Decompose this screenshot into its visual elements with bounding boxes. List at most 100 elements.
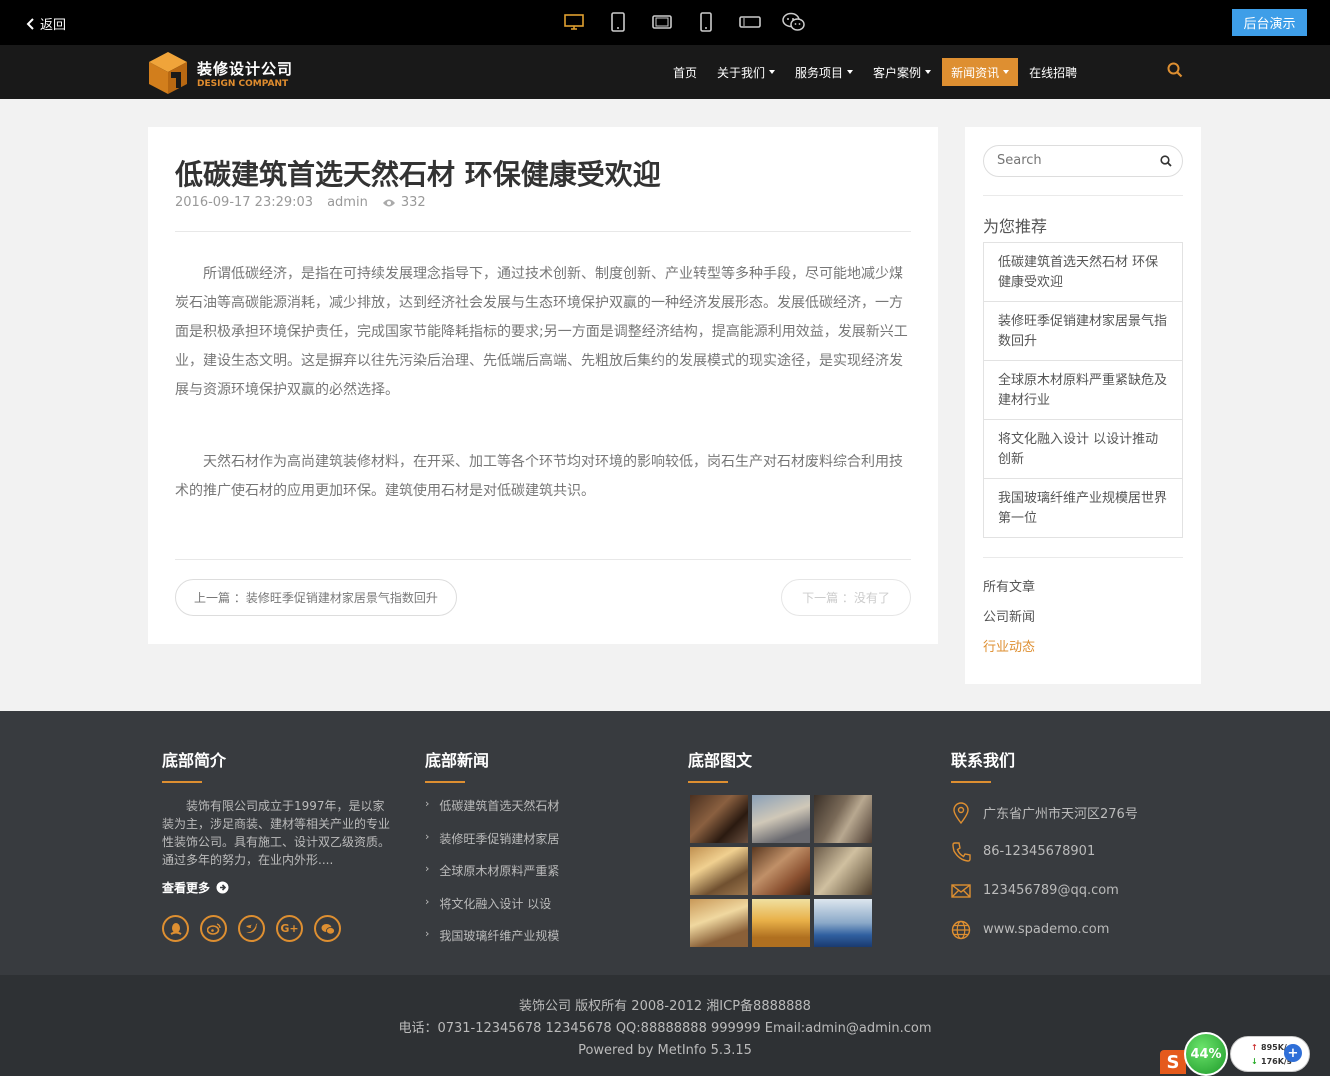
chevron-right-icon: › bbox=[425, 894, 430, 908]
article-author: admin bbox=[327, 195, 368, 210]
phone-landscape-icon[interactable] bbox=[738, 11, 762, 33]
gallery-thumbnail[interactable] bbox=[752, 899, 810, 947]
preview-toolbar: 返回 后台演示 bbox=[0, 0, 1330, 45]
desktop-icon[interactable] bbox=[562, 11, 586, 33]
article-date: 2016-09-17 23:29:03 bbox=[175, 195, 314, 210]
contact-phone: 86-12345678901 bbox=[951, 832, 1138, 871]
title-underline bbox=[688, 781, 728, 783]
footer-news-item[interactable]: › 全球原木材原料严重紧 bbox=[425, 862, 559, 895]
recommend-item[interactable]: 全球原木材原料严重紧缺危及建材行业 bbox=[984, 361, 1182, 420]
back-button[interactable]: 返回 bbox=[26, 14, 66, 33]
qq-icon[interactable] bbox=[162, 915, 189, 942]
read-more-link[interactable]: 查看更多 bbox=[162, 879, 229, 896]
nav-jobs[interactable]: 在线招聘 bbox=[1020, 58, 1086, 86]
main-nav: 首页 关于我们 服务项目 客户案例 新闻资讯 在线招聘 bbox=[664, 58, 1088, 86]
divider bbox=[983, 195, 1183, 196]
footer-news-item[interactable]: › 我国玻璃纤维产业规模 bbox=[425, 927, 559, 960]
footer-news-item[interactable]: › 装修旺季促销建材家居 bbox=[425, 830, 559, 863]
wechat-icon[interactable] bbox=[314, 915, 341, 942]
network-speed-widget[interactable]: S ↑ 895K/s ↓ 176K/s 44% + bbox=[1160, 1032, 1330, 1076]
nav-label: 客户案例 bbox=[873, 65, 922, 80]
tablet-icon[interactable] bbox=[606, 11, 630, 33]
chevron-right-icon: › bbox=[425, 862, 430, 875]
sidebar: 为您推荐 低碳建筑首选天然石材 环保健康受欢迎 装修旺季促销建材家居景气指数回升… bbox=[965, 127, 1201, 684]
title-underline bbox=[425, 781, 465, 783]
twitter-icon[interactable] bbox=[238, 915, 265, 942]
footer-news-label: 我国玻璃纤维产业规模 bbox=[439, 929, 560, 943]
gallery-thumbnail[interactable] bbox=[814, 795, 872, 843]
divider bbox=[983, 557, 1183, 558]
divider bbox=[175, 559, 911, 560]
logo[interactable]: 装修设计公司 DESIGN COMPANT bbox=[147, 50, 293, 96]
input-method-icon[interactable]: S bbox=[1160, 1050, 1186, 1074]
footer-news-item[interactable]: › 低碳建筑首选天然石材 bbox=[425, 797, 559, 830]
site-header: 装修设计公司 DESIGN COMPANT 首页 关于我们 服务项目 客户案例 … bbox=[0, 45, 1330, 99]
phone-icon bbox=[952, 841, 971, 862]
logo-title: 装修设计公司 bbox=[197, 59, 294, 78]
category-all[interactable]: 所有文章 bbox=[983, 576, 1035, 606]
chevron-right-icon: › bbox=[425, 927, 430, 940]
nav-news[interactable]: 新闻资讯 bbox=[942, 58, 1019, 86]
nav-label: 首页 bbox=[673, 65, 698, 80]
plus-icon[interactable]: + bbox=[1284, 1044, 1302, 1062]
nav-cases[interactable]: 客户案例 bbox=[864, 58, 940, 86]
copyright-bar: 装饰公司 版权所有 2008-2012 湘ICP备8888888 电话：0731… bbox=[0, 975, 1330, 1076]
google-plus-icon[interactable]: G+ bbox=[276, 915, 303, 942]
nav-services[interactable]: 服务项目 bbox=[786, 58, 862, 86]
nav-label: 新闻资讯 bbox=[951, 65, 1000, 80]
gallery-thumbnail[interactable] bbox=[814, 899, 872, 947]
memory-usage-badge[interactable]: 44% bbox=[1184, 1032, 1228, 1076]
recommend-item[interactable]: 将文化融入设计 以设计推动创新 bbox=[984, 420, 1182, 479]
back-label: 返回 bbox=[40, 18, 67, 33]
recommend-item[interactable]: 装修旺季促销建材家居景气指数回升 bbox=[984, 302, 1182, 361]
gallery-thumbnail[interactable] bbox=[690, 847, 748, 895]
admin-demo-button[interactable]: 后台演示 bbox=[1232, 9, 1307, 36]
gallery-thumbnail[interactable] bbox=[752, 795, 810, 843]
next-article-button[interactable]: 下一篇 ：没有了 bbox=[781, 579, 911, 616]
footer-news-label: 低碳建筑首选天然石材 bbox=[439, 799, 560, 813]
category-industry-news[interactable]: 行业动态 bbox=[983, 636, 1035, 666]
article-paragraph: 所谓低碳经济，是指在可持续发展理念指导下，通过技术创新、制度创新、产业转型等多种… bbox=[175, 266, 908, 398]
copyright-line: 装饰公司 版权所有 2008-2012 湘ICP备8888888 bbox=[519, 999, 811, 1014]
search-icon[interactable] bbox=[1160, 155, 1172, 167]
wechat-icon[interactable] bbox=[782, 11, 806, 33]
nav-about[interactable]: 关于我们 bbox=[708, 58, 784, 86]
footer-contact-title: 联系我们 bbox=[951, 751, 1016, 770]
search-icon[interactable] bbox=[1167, 62, 1183, 82]
gallery-thumbnail[interactable] bbox=[690, 899, 748, 947]
globe-icon bbox=[951, 920, 971, 939]
search-input[interactable] bbox=[997, 153, 1147, 168]
contact-list: 广东省广州市天河区276号 86-12345678901 123456789@q… bbox=[951, 793, 1138, 949]
mail-icon bbox=[951, 883, 971, 898]
category-company-news[interactable]: 公司新闻 bbox=[983, 606, 1035, 636]
contact-address: 广东省广州市天河区276号 bbox=[951, 793, 1138, 832]
phone-icon[interactable] bbox=[694, 11, 718, 33]
logo-subtitle: DESIGN COMPANT bbox=[197, 78, 289, 89]
nav-home[interactable]: 首页 bbox=[664, 58, 706, 86]
recommend-item[interactable]: 低碳建筑首选天然石材 环保健康受欢迎 bbox=[984, 243, 1182, 302]
footer-news-label: 将文化融入设计 以设 bbox=[439, 896, 552, 911]
chevron-left-icon bbox=[26, 17, 34, 30]
caret-down-icon bbox=[847, 70, 854, 74]
footer-contact: 联系我们 广东省广州市天河区276号 86-12345678901 123456… bbox=[951, 747, 1171, 967]
gallery-thumbnail[interactable] bbox=[814, 847, 872, 895]
weibo-icon[interactable] bbox=[200, 915, 227, 942]
footer-about: 底部简介 装饰有限公司成立于1997年，是以家装为主，涉足商装、建材等相关产业的… bbox=[162, 747, 392, 967]
article-paragraph: 天然石材作为高尚建筑装修材料，在开采、加工等各个环节均对环境的影响较低，岗石生产… bbox=[175, 454, 903, 499]
contact-text: 86-12345678901 bbox=[983, 844, 1096, 859]
recommend-item[interactable]: 我国玻璃纤维产业规模居世界第一位 bbox=[984, 479, 1182, 537]
caret-down-icon bbox=[769, 70, 776, 74]
recommend-list: 低碳建筑首选天然石材 环保健康受欢迎 装修旺季促销建材家居景气指数回升 全球原木… bbox=[983, 242, 1183, 538]
arrow-circle-right-icon bbox=[216, 881, 229, 894]
download-arrow-icon: ↓ bbox=[1251, 1057, 1258, 1066]
gallery-thumbnail[interactable] bbox=[752, 847, 810, 895]
powered-by-line[interactable]: Powered by MetInfo 5.3.15 bbox=[0, 1040, 1330, 1062]
footer-news-item[interactable]: › 将文化融入设计 以设 bbox=[425, 895, 559, 928]
prev-article-button[interactable]: 上一篇 ：装修旺季促销建材家居景气指数回升 bbox=[175, 579, 457, 616]
tablet-landscape-icon[interactable] bbox=[650, 11, 674, 33]
gallery-thumbnail[interactable] bbox=[690, 795, 748, 843]
footer-gallery-title: 底部图文 bbox=[688, 751, 753, 770]
nav-label: 关于我们 bbox=[717, 65, 766, 80]
gallery-grid bbox=[690, 795, 872, 947]
eye-icon bbox=[382, 199, 395, 206]
